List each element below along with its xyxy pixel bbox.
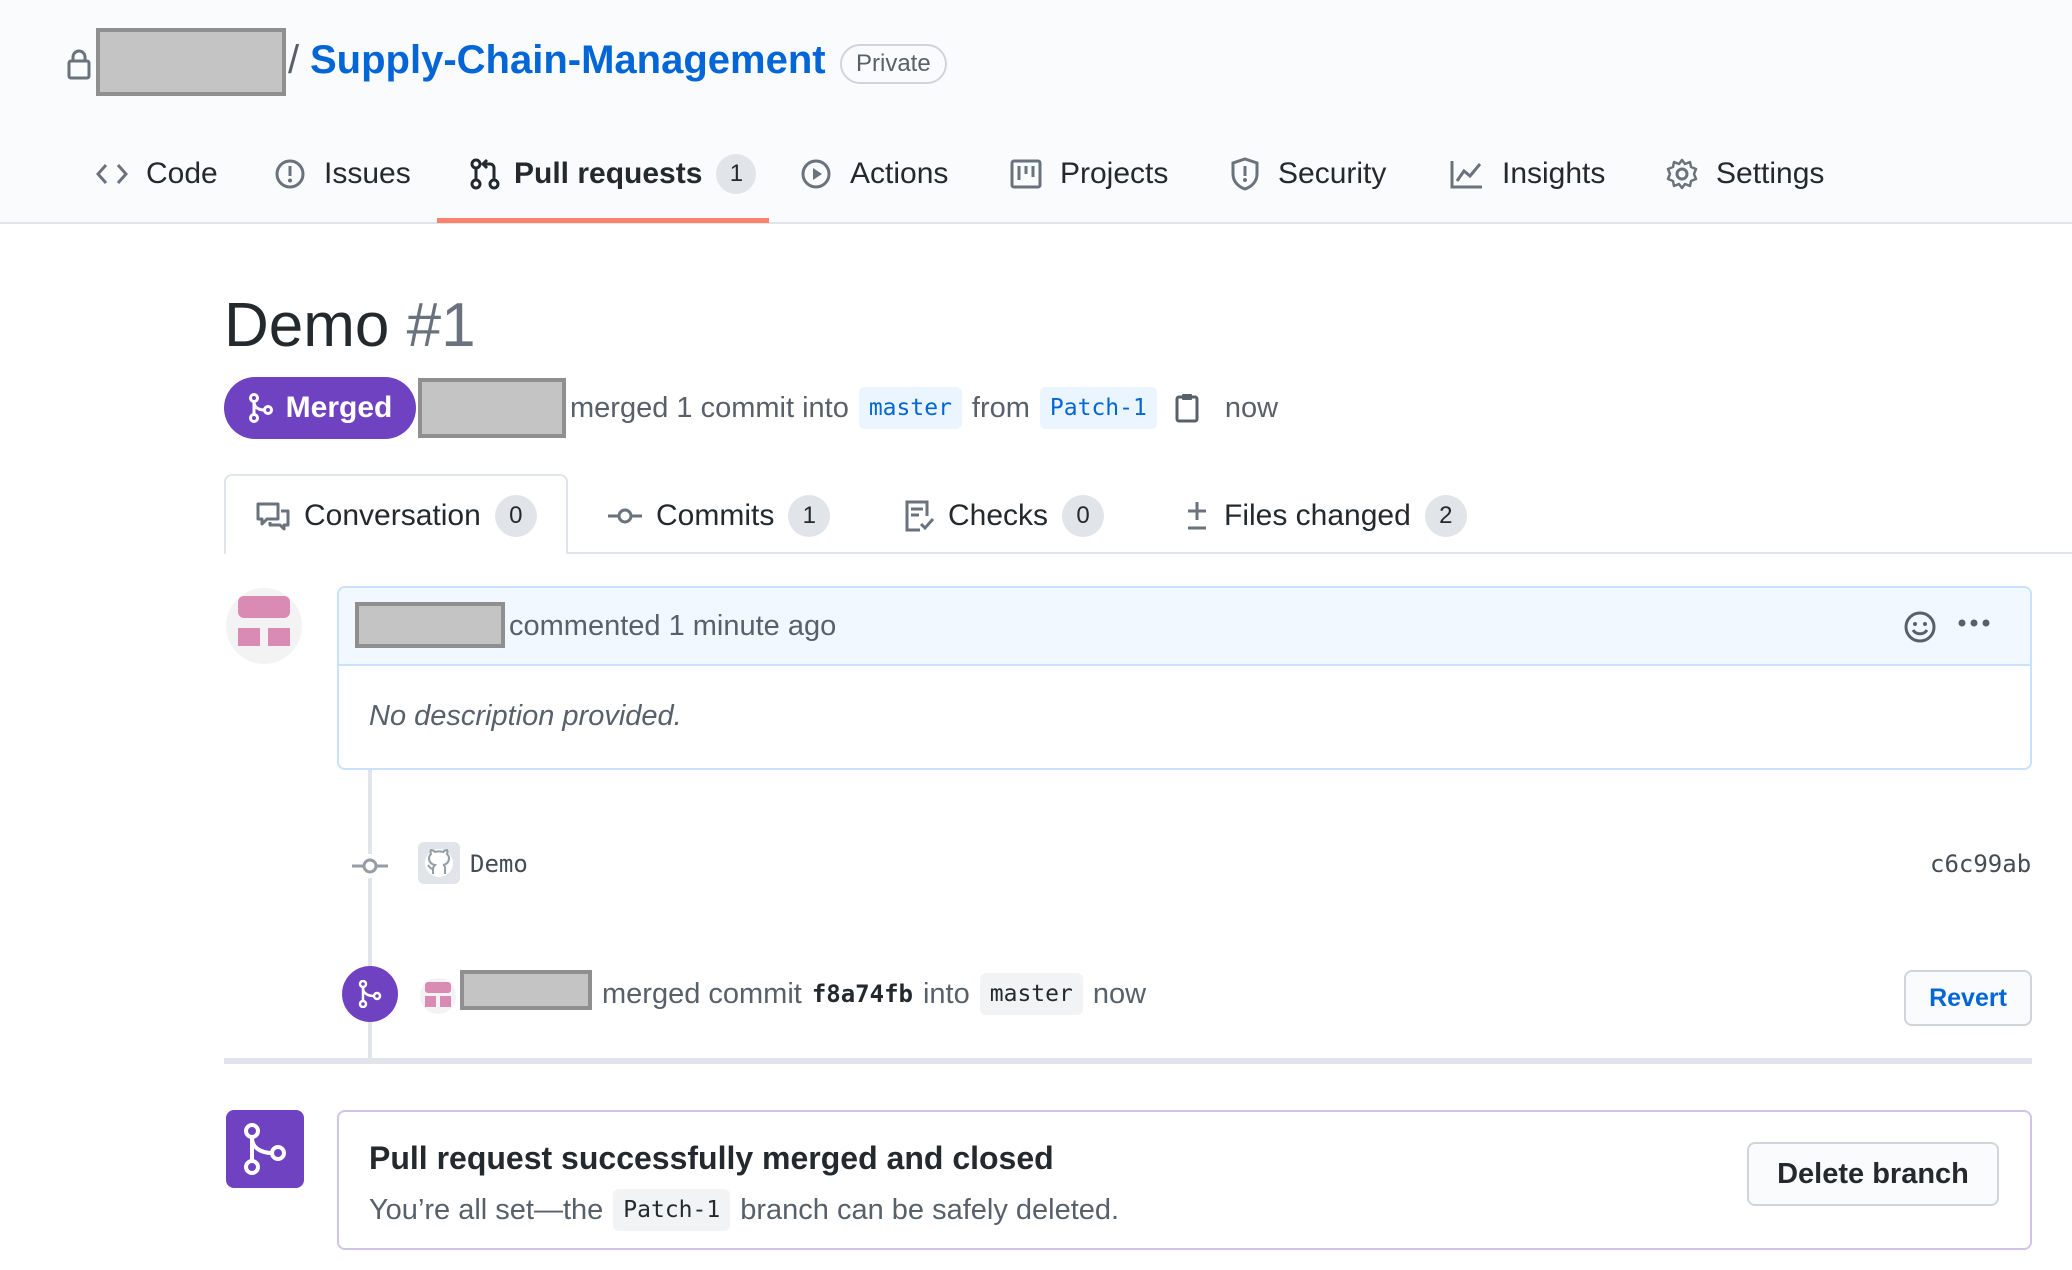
nav-settings-label: Settings (1716, 157, 1825, 190)
tab-files-changed-count: 2 (1424, 495, 1467, 537)
visibility-badge: Private (840, 44, 947, 84)
github-avatar-icon[interactable] (418, 842, 460, 884)
checklist-icon (904, 500, 934, 532)
graph-icon (1450, 159, 1484, 189)
revert-button[interactable]: Revert (1904, 970, 2032, 1026)
smiley-icon[interactable] (1903, 610, 1937, 644)
merge-event-time: now (1092, 977, 1147, 1010)
comment-header: commented 1 minute ago (339, 588, 2030, 666)
page-title: Demo #1 (224, 290, 476, 361)
merge-event-text: merged commit f8a74fb into master now (602, 972, 1146, 1016)
nav-security-label: Security (1278, 157, 1387, 190)
avatar[interactable] (226, 588, 302, 664)
tab-commits-label: Commits (656, 499, 775, 532)
nav-projects-label: Projects (1060, 157, 1169, 190)
comment-box: commented 1 minute ago No description pr… (337, 586, 2032, 770)
tab-conversation[interactable]: Conversation 0 (256, 486, 537, 546)
owner-name-redacted[interactable] (96, 28, 286, 96)
merge-commit-sha[interactable]: f8a74fb (812, 980, 913, 1008)
merged-state-badge: Merged (224, 377, 416, 439)
diff-icon (1184, 500, 1210, 532)
nav-actions-label: Actions (850, 157, 949, 190)
commit-sha[interactable]: c6c99ab (1930, 850, 2031, 878)
pr-summary-text: merged 1 commit into (570, 391, 849, 424)
merge-status-prefix: You’re all set—the (369, 1193, 604, 1226)
lock-icon (66, 48, 92, 80)
merger-name-redacted[interactable] (460, 970, 592, 1010)
project-icon (1010, 158, 1042, 190)
tab-checks[interactable]: Checks 0 (904, 486, 1105, 546)
author-name-redacted[interactable] (418, 378, 566, 438)
shield-icon (1230, 157, 1260, 191)
merged-state-label: Merged (285, 391, 393, 424)
merge-status-box: Pull request successfully merged and clo… (337, 1110, 2032, 1250)
tab-files-changed-label: Files changed (1224, 499, 1411, 532)
tab-conversation-count: 0 (494, 495, 537, 537)
merge-status-suffix: branch can be safely deleted. (740, 1193, 1120, 1226)
git-commit-icon (352, 854, 388, 878)
merge-status-title: Pull request successfully merged and clo… (369, 1140, 1054, 1176)
comment-discussion-icon (256, 501, 290, 531)
pull-requests-count: 1 (716, 154, 757, 194)
nav-code-label: Code (146, 157, 218, 190)
tab-checks-label: Checks (948, 499, 1049, 532)
merge-event-action: merged commit (602, 977, 802, 1010)
tab-commits[interactable]: Commits 1 (608, 486, 831, 546)
repo-header: / Supply-Chain-Management Private Code I… (0, 0, 2072, 224)
git-commit-icon (608, 506, 642, 526)
nav-issues-label: Issues (324, 157, 411, 190)
git-merge-icon (248, 393, 274, 423)
gear-icon (1666, 158, 1698, 190)
pr-number: #1 (406, 291, 476, 360)
comment-body: No description provided. (369, 700, 682, 732)
tab-files-changed[interactable]: Files changed 2 (1184, 486, 1467, 546)
tab-commits-count: 1 (788, 495, 831, 537)
repo-name-link[interactable]: Supply-Chain-Management (310, 38, 826, 83)
kebab-horizontal-icon[interactable] (1957, 618, 1991, 628)
tab-checks-count: 0 (1062, 495, 1105, 537)
commenter-name-redacted[interactable] (355, 602, 505, 648)
git-merge-icon (342, 966, 398, 1022)
issue-opened-icon (274, 158, 306, 190)
nav-pull-requests-label: Pull requests (514, 157, 703, 190)
pr-from-text: from (971, 391, 1030, 424)
merge-status-description: You’re all set—the Patch-1 branch can be… (369, 1188, 1119, 1232)
commit-message[interactable]: Demo (470, 850, 528, 878)
base-branch[interactable]: master (858, 387, 962, 429)
selected-tab-underline (437, 218, 769, 223)
nav-insights-label: Insights (1502, 157, 1606, 190)
git-merge-icon (226, 1110, 304, 1188)
nav-pull-requests[interactable]: Pull requests 1 (470, 140, 757, 208)
git-pull-request-icon (470, 158, 500, 190)
nav-settings[interactable]: Settings (1666, 140, 1824, 208)
timeline-separator (224, 1058, 2032, 1064)
play-icon (800, 158, 832, 190)
nav-code[interactable]: Code (96, 140, 218, 208)
clipboard-icon[interactable] (1175, 393, 1199, 423)
merge-event-branch[interactable]: master (979, 973, 1083, 1015)
avatar[interactable] (420, 978, 456, 1014)
tab-conversation-label: Conversation (304, 499, 481, 532)
nav-projects[interactable]: Projects (1010, 140, 1168, 208)
nav-insights[interactable]: Insights (1450, 140, 1605, 208)
nav-security[interactable]: Security (1230, 140, 1386, 208)
repo-path-separator: / (288, 38, 300, 82)
comment-action: commented 1 minute ago (509, 610, 837, 642)
merge-status-branch[interactable]: Patch-1 (613, 1189, 731, 1231)
pr-time: now (1224, 391, 1279, 424)
pr-meta: merged 1 commit into master from Patch-1… (570, 386, 1278, 430)
merge-event-into: into (922, 977, 970, 1010)
nav-issues[interactable]: Issues (274, 140, 411, 208)
delete-branch-button[interactable]: Delete branch (1747, 1142, 1999, 1206)
head-branch[interactable]: Patch-1 (1039, 387, 1157, 429)
pr-title-text: Demo (224, 291, 390, 360)
code-icon (96, 162, 128, 186)
nav-actions[interactable]: Actions (800, 140, 948, 208)
